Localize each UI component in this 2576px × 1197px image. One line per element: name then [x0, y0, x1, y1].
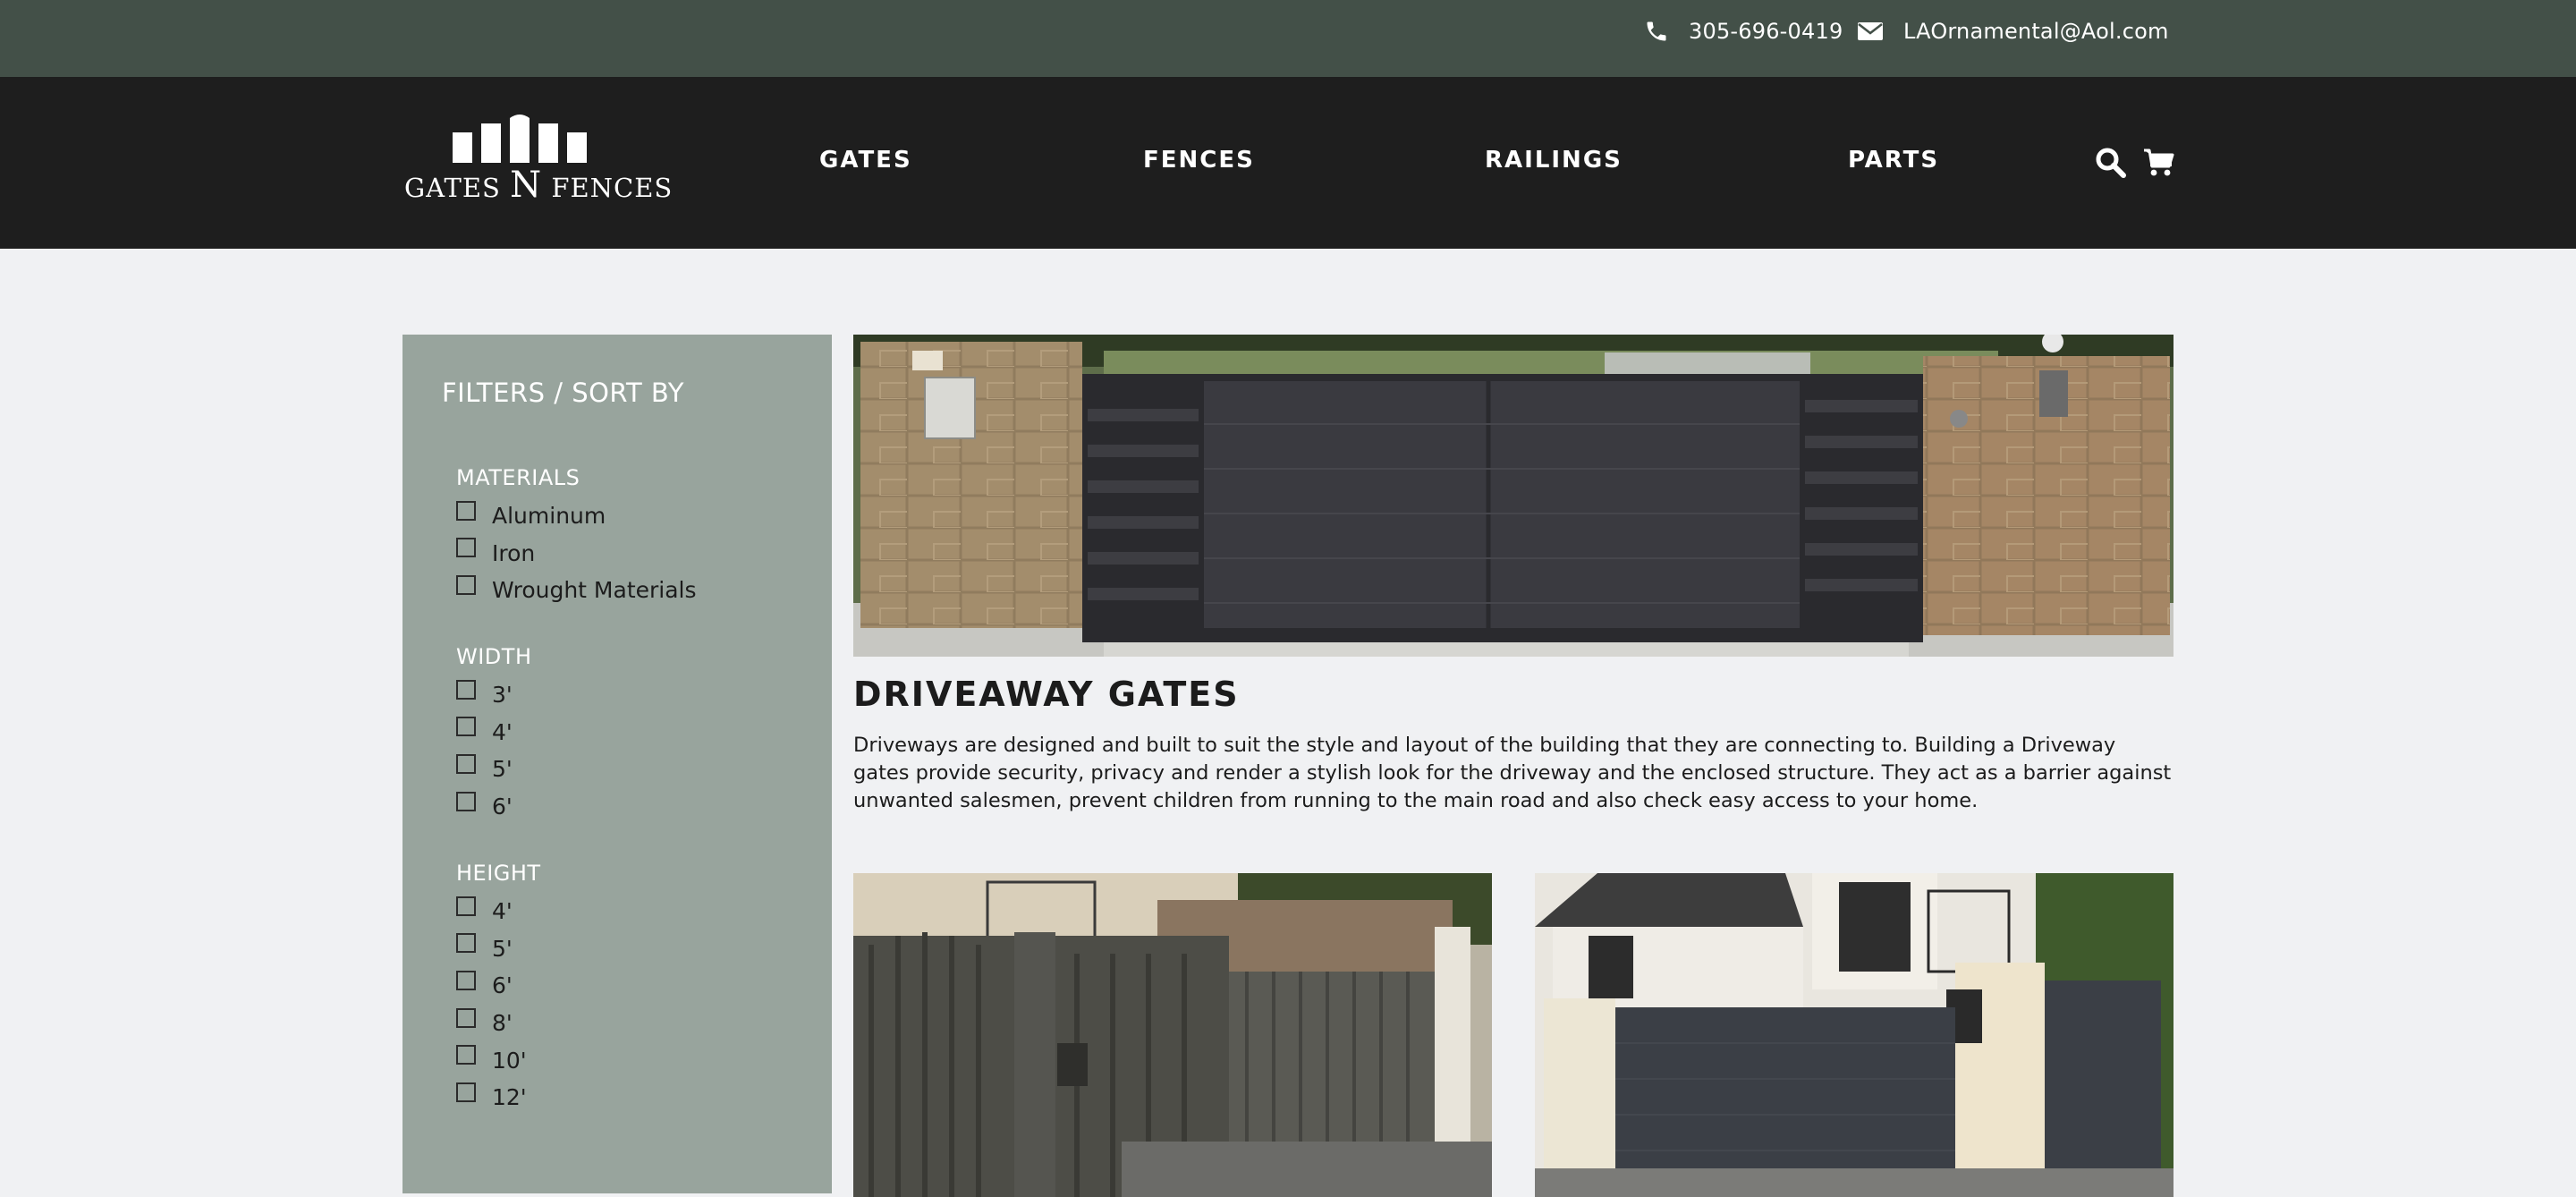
- filter-option-aluminum[interactable]: Aluminum: [456, 497, 814, 535]
- checkbox[interactable]: [456, 1082, 476, 1102]
- checkbox[interactable]: [456, 679, 476, 700]
- logo-bars-graphic: [453, 115, 587, 163]
- filter-option-height-6[interactable]: 6': [456, 967, 814, 1005]
- nav-link-railings[interactable]: RAILINGS: [1485, 147, 1623, 174]
- top-contact-bar: 305-696-0419 LAOrnamental@Aol.com: [0, 0, 2576, 77]
- page-description: Driveways are designed and built to suit…: [853, 734, 2172, 812]
- filter-group-title: HEIGHT: [456, 861, 541, 886]
- filter-option-height-5[interactable]: 5': [456, 930, 814, 968]
- product-image-sliding-gate[interactable]: [853, 873, 1492, 1197]
- filters-title: FILTERS / SORT BY: [442, 378, 684, 408]
- filter-option-label: 8': [492, 1010, 513, 1037]
- filter-group-title: MATERIALS: [456, 465, 580, 490]
- filter-group-materials: MATERIALS Aluminum Iron Wrought Material…: [456, 463, 814, 609]
- filter-option-width-3[interactable]: 3': [456, 676, 814, 714]
- logo-word-n: N: [510, 165, 543, 206]
- checkbox[interactable]: [456, 970, 476, 990]
- checkbox[interactable]: [456, 1007, 476, 1028]
- phone-icon: [1647, 21, 1666, 41]
- cart-icon[interactable]: [2143, 147, 2175, 179]
- filter-option-label: Iron: [492, 539, 536, 566]
- hero-gate-image: [853, 335, 2174, 657]
- main-navigation: Gates N Fences GATES FENCES RAILINGS PAR…: [0, 77, 2576, 249]
- nav-link-fences[interactable]: FENCES: [1143, 147, 1255, 174]
- checkbox[interactable]: [456, 574, 476, 595]
- checkbox[interactable]: [456, 933, 476, 954]
- filter-option-width-6[interactable]: 6': [456, 788, 814, 826]
- checkbox[interactable]: [456, 1045, 476, 1065]
- logo-word-fences: Fences: [551, 173, 674, 203]
- checkbox[interactable]: [456, 500, 476, 521]
- filter-option-width-5[interactable]: 5': [456, 751, 814, 788]
- filter-option-label: 5': [492, 935, 513, 962]
- filter-option-height-10[interactable]: 10': [456, 1041, 814, 1079]
- phone-contact[interactable]: 305-696-0419: [1644, 0, 1843, 63]
- page-title: DRIVEAWAY GATES: [853, 675, 1240, 714]
- email-contact[interactable]: LAOrnamental@Aol.com: [1857, 0, 2169, 63]
- filter-option-width-4[interactable]: 4': [456, 714, 814, 751]
- filter-option-label: 10': [492, 1047, 527, 1074]
- filter-option-label: 12': [492, 1084, 527, 1111]
- filter-option-label: Wrought Materials: [492, 577, 697, 604]
- filter-option-wrought-materials[interactable]: Wrought Materials: [456, 572, 814, 609]
- filter-option-height-8[interactable]: 8': [456, 1005, 814, 1042]
- filter-option-height-4[interactable]: 4': [456, 893, 814, 930]
- filter-option-iron[interactable]: Iron: [456, 535, 814, 573]
- filter-option-label: 4': [492, 898, 513, 925]
- nav-link-parts[interactable]: PARTS: [1848, 147, 1939, 174]
- logo-word-gates: Gates: [404, 173, 501, 203]
- checkbox[interactable]: [456, 791, 476, 811]
- product-image-modern-gate[interactable]: [1535, 873, 2174, 1197]
- search-icon[interactable]: [2095, 147, 2127, 179]
- logo-wordmark: Gates N Fences: [404, 165, 672, 206]
- checkbox[interactable]: [456, 896, 476, 916]
- filter-option-label: 6': [492, 972, 513, 999]
- filter-option-label: Aluminum: [492, 503, 606, 530]
- filter-option-label: 4': [492, 718, 513, 745]
- filter-sidebar: FILTERS / SORT BY MATERIALS Aluminum Iro…: [402, 335, 832, 1193]
- checkbox[interactable]: [456, 717, 476, 737]
- filter-option-label: 5': [492, 756, 513, 783]
- nav-link-gates[interactable]: GATES: [819, 147, 912, 174]
- filter-group-width: WIDTH 3' 4' 5' 6': [456, 642, 814, 825]
- filter-group-height: HEIGHT 4' 5' 6' 8' 10' 12': [456, 859, 814, 1116]
- email-address[interactable]: LAOrnamental@Aol.com: [1903, 19, 2169, 44]
- filter-option-label: 6': [492, 794, 513, 820]
- site-logo[interactable]: Gates N Fences: [404, 113, 672, 206]
- checkbox[interactable]: [456, 753, 476, 774]
- checkbox[interactable]: [456, 538, 476, 558]
- phone-number[interactable]: 305-696-0419: [1689, 19, 1843, 44]
- filter-group-title: WIDTH: [456, 644, 532, 669]
- envelope-icon: [1858, 22, 1883, 40]
- filter-option-height-12[interactable]: 12': [456, 1079, 814, 1116]
- filter-option-label: 3': [492, 682, 513, 709]
